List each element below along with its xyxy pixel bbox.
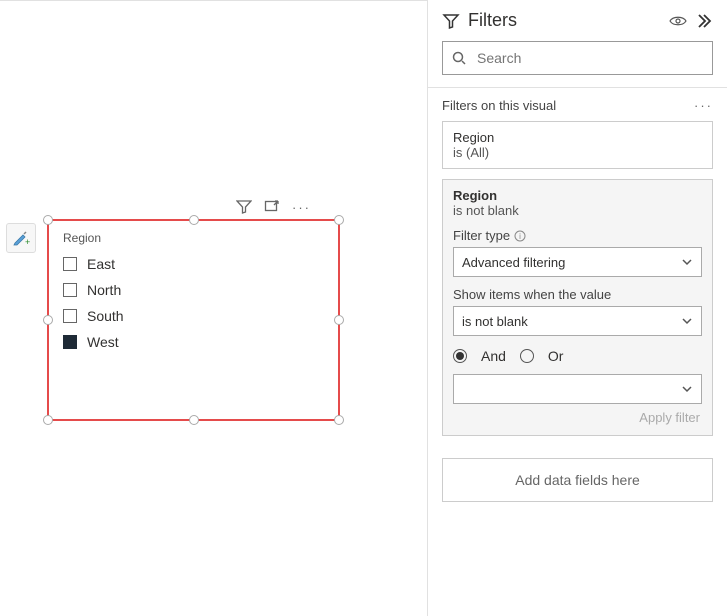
add-data-fields-dropzone[interactable]: Add data fields here [442, 458, 713, 502]
slicer-visual[interactable]: Region East North South West [47, 219, 340, 421]
svg-text:+: + [25, 237, 30, 247]
filters-pane: Filters Filters on this visual ··· Regio… [427, 0, 727, 616]
radio-or[interactable] [520, 349, 534, 363]
chevron-down-icon [681, 256, 693, 268]
search-icon [451, 50, 467, 66]
more-options-icon[interactable]: ··· [694, 98, 713, 113]
focus-mode-icon[interactable] [264, 199, 280, 215]
report-canvas: ··· + Region East North [0, 0, 427, 616]
resize-handle[interactable] [43, 315, 53, 325]
resize-handle[interactable] [189, 215, 199, 225]
filter-icon[interactable] [236, 199, 252, 215]
radio-or-label: Or [548, 348, 564, 364]
filters-pane-title: Filters [468, 10, 661, 31]
collapse-pane-icon[interactable] [695, 13, 713, 29]
chevron-down-icon [681, 383, 693, 395]
slicer-item[interactable]: North [63, 277, 324, 303]
funnel-icon [442, 12, 460, 30]
filter-card-expanded: Region is not blank Filter type i Advanc… [442, 179, 713, 436]
filter-card-field: Region [453, 188, 702, 203]
slicer-item-label: South [87, 308, 124, 324]
checkbox-icon[interactable] [63, 283, 77, 297]
section-header: Filters on this visual ··· [442, 98, 713, 113]
more-options-icon[interactable]: ··· [292, 200, 311, 215]
select-value: is not blank [462, 314, 528, 329]
resize-handle[interactable] [334, 215, 344, 225]
filter-card-condition: is not blank [453, 203, 702, 218]
checkbox-icon[interactable] [63, 335, 77, 349]
show-items-label: Show items when the value [453, 287, 702, 302]
svg-text:i: i [519, 232, 521, 241]
logic-operator-row: And Or [453, 348, 702, 364]
slicer-item[interactable]: East [63, 251, 324, 277]
slicer-item-label: East [87, 256, 115, 272]
info-icon[interactable]: i [514, 230, 526, 242]
select-value: Advanced filtering [462, 255, 565, 270]
slicer-body: Region East North South West [49, 221, 338, 365]
filter-card-field: Region [453, 130, 702, 145]
slicer-title: Region [63, 231, 324, 245]
search-input[interactable] [475, 49, 704, 67]
condition2-select[interactable] [453, 374, 702, 404]
format-brush-button[interactable]: + [6, 223, 36, 253]
resize-handle[interactable] [334, 315, 344, 325]
search-container [428, 33, 727, 88]
filter-card-condition: is (All) [453, 145, 702, 160]
checkbox-icon[interactable] [63, 257, 77, 271]
visual-header-toolbar: ··· [236, 199, 311, 215]
slicer-item-label: West [87, 334, 119, 350]
chevron-down-icon [681, 315, 693, 327]
resize-handle[interactable] [189, 415, 199, 425]
checkbox-icon[interactable] [63, 309, 77, 323]
resize-handle[interactable] [334, 415, 344, 425]
condition1-select[interactable]: is not blank [453, 306, 702, 336]
search-box[interactable] [442, 41, 713, 75]
filters-on-visual-section: Filters on this visual ··· Region is (Al… [428, 88, 727, 446]
resize-handle[interactable] [43, 215, 53, 225]
radio-and[interactable] [453, 349, 467, 363]
apply-filter-button[interactable]: Apply filter [453, 404, 702, 427]
slicer-item[interactable]: West [63, 329, 324, 355]
resize-handle[interactable] [43, 415, 53, 425]
filter-card-collapsed[interactable]: Region is (All) [442, 121, 713, 169]
radio-and-label: And [481, 348, 506, 364]
section-title: Filters on this visual [442, 98, 556, 113]
eye-icon[interactable] [669, 14, 687, 28]
slicer-item[interactable]: South [63, 303, 324, 329]
filter-type-label: Filter type i [453, 228, 702, 243]
filters-pane-header: Filters [428, 0, 727, 33]
filter-type-select[interactable]: Advanced filtering [453, 247, 702, 277]
slicer-item-label: North [87, 282, 121, 298]
